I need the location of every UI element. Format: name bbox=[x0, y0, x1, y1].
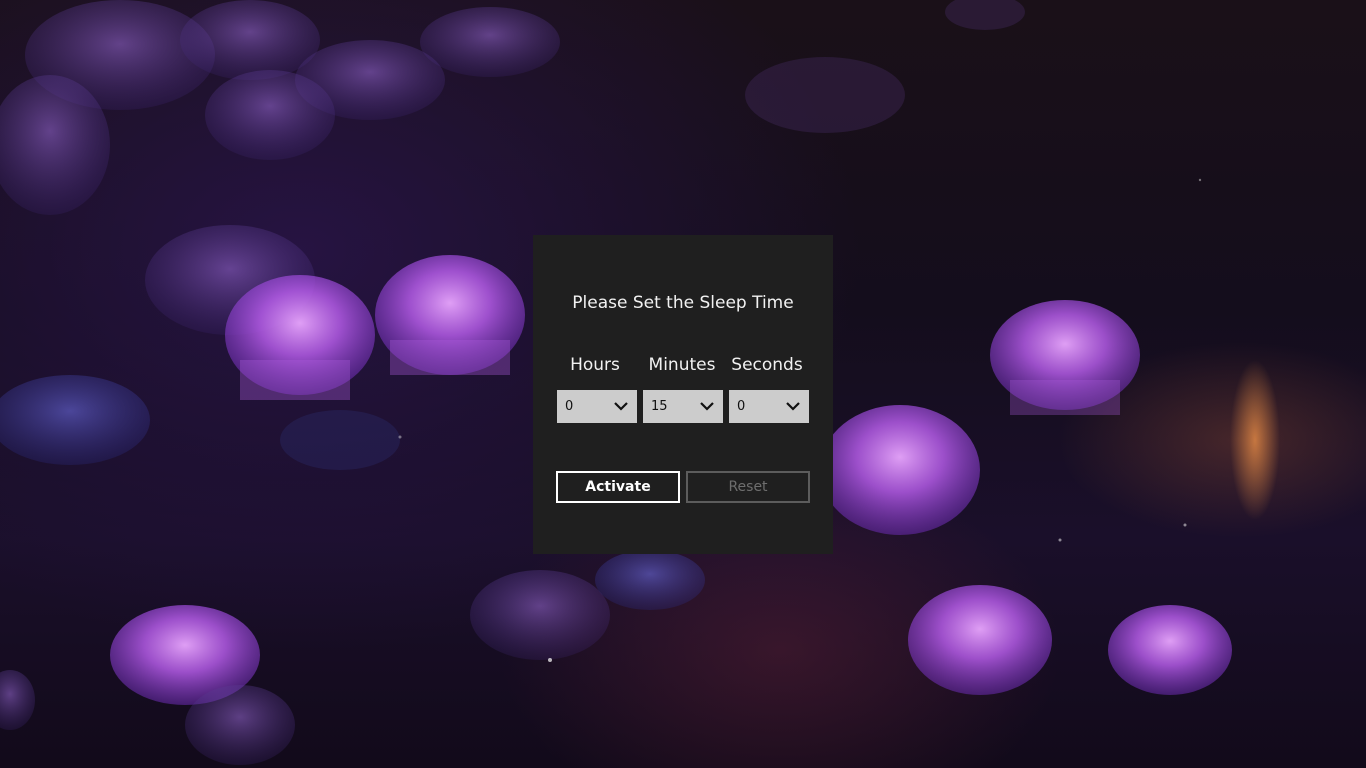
sleep-timer-dialog: Please Set the Sleep Time Hours Minutes … bbox=[533, 235, 833, 554]
reset-button[interactable]: Reset bbox=[686, 471, 810, 503]
activate-button[interactable]: Activate bbox=[556, 471, 680, 503]
seconds-dropdown[interactable]: 0 bbox=[729, 390, 809, 423]
dialog-title: Please Set the Sleep Time bbox=[572, 293, 794, 313]
seconds-label: Seconds bbox=[731, 355, 803, 375]
minutes-selected-value: 15 bbox=[651, 399, 668, 414]
chevron-down-icon bbox=[700, 402, 714, 411]
hours-dropdown[interactable]: 0 bbox=[557, 390, 637, 423]
chevron-down-icon bbox=[786, 402, 800, 411]
minutes-dropdown[interactable]: 15 bbox=[643, 390, 723, 423]
hours-label: Hours bbox=[570, 355, 620, 375]
minutes-label: Minutes bbox=[648, 355, 716, 375]
chevron-down-icon bbox=[614, 402, 628, 411]
app-window: Please Set the Sleep Time Hours Minutes … bbox=[0, 0, 1366, 768]
hours-selected-value: 0 bbox=[565, 399, 574, 414]
seconds-selected-value: 0 bbox=[737, 399, 746, 414]
